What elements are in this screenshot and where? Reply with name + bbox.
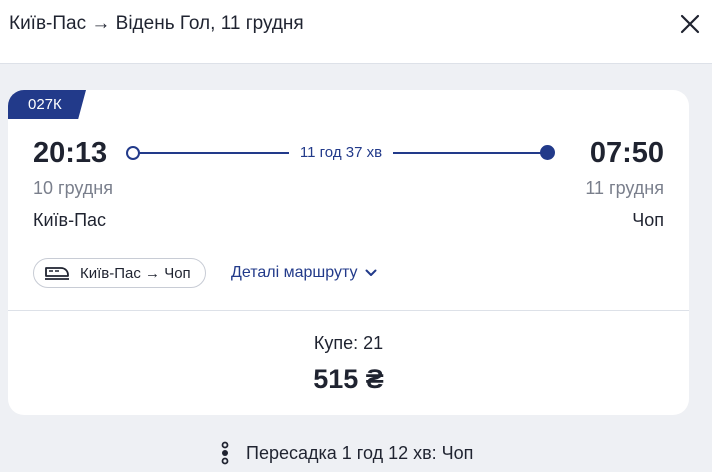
trip-duration: 11 год 37 хв [289, 142, 393, 164]
transfer-icon [221, 441, 229, 465]
ticket-price: 515 ₴ [313, 364, 384, 394]
arrival-dot [540, 145, 555, 160]
train-number-badge: 027К [8, 90, 86, 119]
page-title: Київ-Пас → Відень Гол, 11 грудня [9, 13, 304, 34]
close-icon [680, 14, 700, 34]
divider [8, 310, 689, 311]
arrival-station: Чоп [632, 210, 664, 230]
train-icon [45, 267, 69, 280]
transfer-info: Пересадка 1 год 12 хв: Чоп [218, 441, 473, 465]
arrival-date: 11 грудня [585, 178, 664, 198]
departure-time: 20:13 [33, 137, 108, 169]
seat-class: Купе: 21 [313, 333, 384, 353]
trip-card[interactable]: 027К 20:13 07:50 11 год 37 хв 10 грудня … [8, 90, 689, 415]
segment-label: Київ-Пас → Чоп [80, 264, 191, 282]
close-button[interactable] [676, 10, 704, 38]
header: Київ-Пас → Відень Гол, 11 грудня [0, 0, 712, 64]
departure-station: Київ-Пас [33, 210, 107, 230]
route-details-label: Деталі маршруту [231, 264, 358, 281]
transfer-label: Пересадка 1 год 12 хв: Чоп [246, 443, 474, 463]
arrival-time: 07:50 [589, 137, 664, 169]
segment-pill: Київ-Пас → Чоп [33, 258, 206, 288]
departure-dot [126, 146, 140, 160]
departure-date: 10 грудня [33, 178, 113, 198]
chevron-down-icon [365, 269, 377, 276]
route-details-link[interactable]: Деталі маршруту [231, 262, 377, 284]
